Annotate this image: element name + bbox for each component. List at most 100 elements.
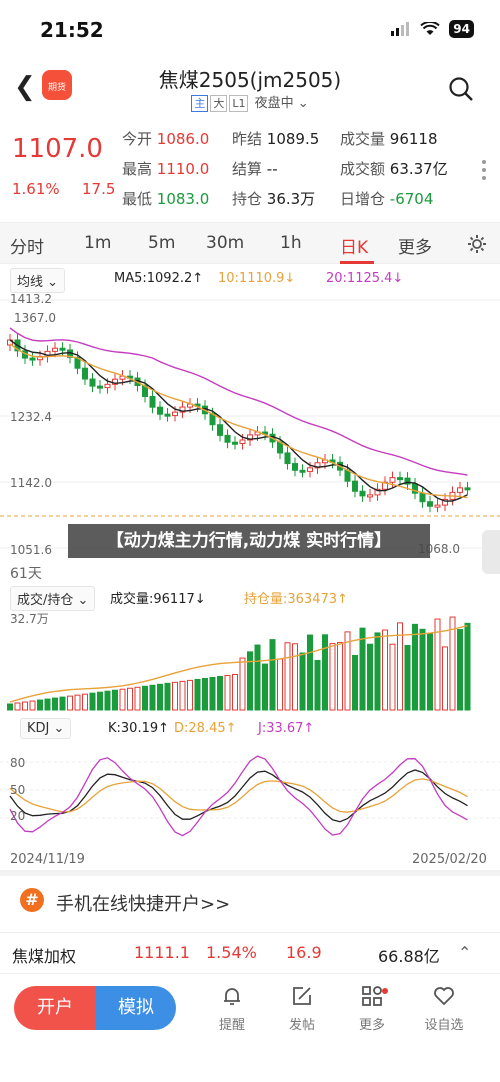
volume-bar — [359, 627, 366, 711]
volume-bar — [59, 696, 66, 711]
quote-value: -- — [266, 160, 278, 178]
promo-open-account[interactable]: # 手机在线快捷开户>> — [0, 876, 500, 926]
tab-3[interactable]: 30m — [206, 233, 244, 253]
volume-bar — [427, 632, 433, 711]
volume-bar — [29, 700, 36, 711]
volume-bar — [217, 675, 223, 711]
quote-item: 日增仓 -6704 — [340, 188, 433, 209]
volume-bar — [314, 659, 321, 711]
simulate-button[interactable]: 模拟 — [96, 986, 176, 1030]
settings-gear-icon[interactable] — [466, 233, 488, 255]
volume-bar — [404, 644, 411, 711]
volume-bar — [389, 643, 396, 711]
status-bar: 21:52 94 — [0, 0, 500, 60]
volume-bar — [44, 698, 51, 711]
legend-item: K:30.19↑ — [108, 721, 170, 736]
volume-bar — [202, 677, 208, 711]
candle-body — [397, 477, 403, 481]
candle-body — [52, 347, 58, 352]
tab-5[interactable]: 日K — [340, 233, 368, 258]
volume-bar — [194, 678, 201, 711]
legend-item: 成交量:96117↓ — [110, 592, 206, 607]
volume-bar — [269, 639, 276, 711]
more-label: 更多 — [358, 1018, 385, 1033]
volume-bar — [284, 642, 291, 711]
quote-item: 今开 1086.0 — [122, 128, 209, 149]
quote-key: 持仓 — [232, 190, 267, 208]
quote-key: 最高 — [122, 160, 157, 178]
volume-bar — [299, 652, 306, 711]
more-vertical-icon[interactable] — [482, 156, 488, 184]
volume-bar — [352, 654, 358, 711]
bell-icon — [224, 988, 240, 1005]
remind-label: 提醒 — [218, 1018, 245, 1033]
volume-bar — [329, 643, 336, 711]
y-label-top: 1413.2 — [10, 292, 52, 306]
open-account-button[interactable]: 开户 — [14, 986, 96, 1030]
tag-main: 主 — [191, 95, 209, 112]
ticker-amount: 66.88亿 — [378, 947, 440, 966]
chevron-up-icon[interactable]: ⌃ — [458, 943, 471, 962]
session-status[interactable]: 夜盘中 — [255, 96, 294, 111]
volume-bar — [149, 684, 156, 711]
quote-value: 1083.0 — [156, 190, 210, 208]
kdj-chart[interactable] — [0, 738, 500, 850]
kdj-select[interactable]: KDJ ⌄ — [20, 718, 72, 739]
add-watchlist-button[interactable]: 设自选 — [422, 984, 466, 1033]
chevron-down-icon[interactable]: ⌄ — [294, 96, 309, 111]
quote-item: 最高 1110.0 — [122, 158, 209, 179]
volume-bar — [119, 688, 126, 711]
volume-bar — [374, 632, 381, 711]
candle-body — [359, 490, 366, 497]
status-time: 21:52 — [40, 18, 104, 42]
volume-bar — [112, 689, 118, 711]
candle-body — [232, 441, 238, 445]
kdj-y-20: 20 — [10, 809, 26, 823]
volume-bar — [104, 690, 111, 711]
quote-value: 63.37亿 — [389, 160, 448, 178]
tab-2[interactable]: 5m — [148, 233, 175, 253]
date-end: 2025/02/20 — [412, 852, 487, 867]
date-start: 2024/11/19 — [10, 852, 85, 867]
volume-bar — [187, 679, 193, 711]
bottom-bar: 开户 模拟 提醒 发帖 更多 设自选 — [0, 978, 500, 1082]
volume-bar — [74, 694, 81, 711]
active-tab-indicator — [340, 261, 374, 264]
candle-body — [59, 347, 66, 351]
remind-button[interactable]: 提醒 — [210, 984, 254, 1033]
tab-6[interactable]: 更多 — [398, 233, 432, 258]
volume-chart[interactable] — [0, 606, 500, 714]
ma-select-label: 均线 — [17, 275, 44, 290]
post-button[interactable]: 发帖 — [280, 984, 324, 1033]
collapse-handle[interactable] — [482, 530, 500, 574]
tab-1[interactable]: 1m — [84, 233, 111, 253]
weighted-ticker[interactable]: 焦煤加权 1111.1 1.54% 16.9 66.88亿 ⌃ — [0, 932, 500, 974]
quote-key: 成交额 — [340, 160, 390, 178]
quote-item: 持仓 36.3万 — [232, 188, 315, 209]
post-icon — [293, 987, 311, 1005]
legend-item: D:28.45↑ — [174, 721, 237, 736]
search-icon[interactable] — [448, 76, 474, 106]
volume-bar — [232, 673, 238, 711]
candle-body — [457, 487, 463, 493]
candle-body — [292, 463, 298, 471]
legend-item: J:33.67↑ — [258, 721, 315, 736]
volume-bar — [224, 674, 231, 711]
volume-bar — [82, 693, 88, 711]
ticker-pct: 1.54% — [206, 943, 257, 962]
y-label-4: 1051.6 — [10, 543, 52, 557]
wifi-icon — [420, 22, 440, 35]
volume-bar — [7, 703, 13, 711]
news-banner[interactable]: 【动力煤主力行情,动力煤 实时行情】 — [68, 524, 430, 558]
title-sub: 主大 L1 夜盘中 ⌄ — [0, 92, 500, 112]
kdj-j-line — [9, 755, 468, 837]
candle-body — [284, 452, 291, 465]
tab-0[interactable]: 分时 — [10, 233, 44, 258]
quote-value: 96118 — [389, 130, 438, 148]
quote-item: 成交量 96118 — [340, 128, 438, 149]
tab-4[interactable]: 1h — [280, 233, 302, 253]
quote-item: 最低 1083.0 — [122, 188, 209, 209]
volume-bar — [172, 681, 178, 711]
tag-big: 大 — [210, 95, 228, 112]
more-button[interactable]: 更多 — [350, 984, 394, 1033]
